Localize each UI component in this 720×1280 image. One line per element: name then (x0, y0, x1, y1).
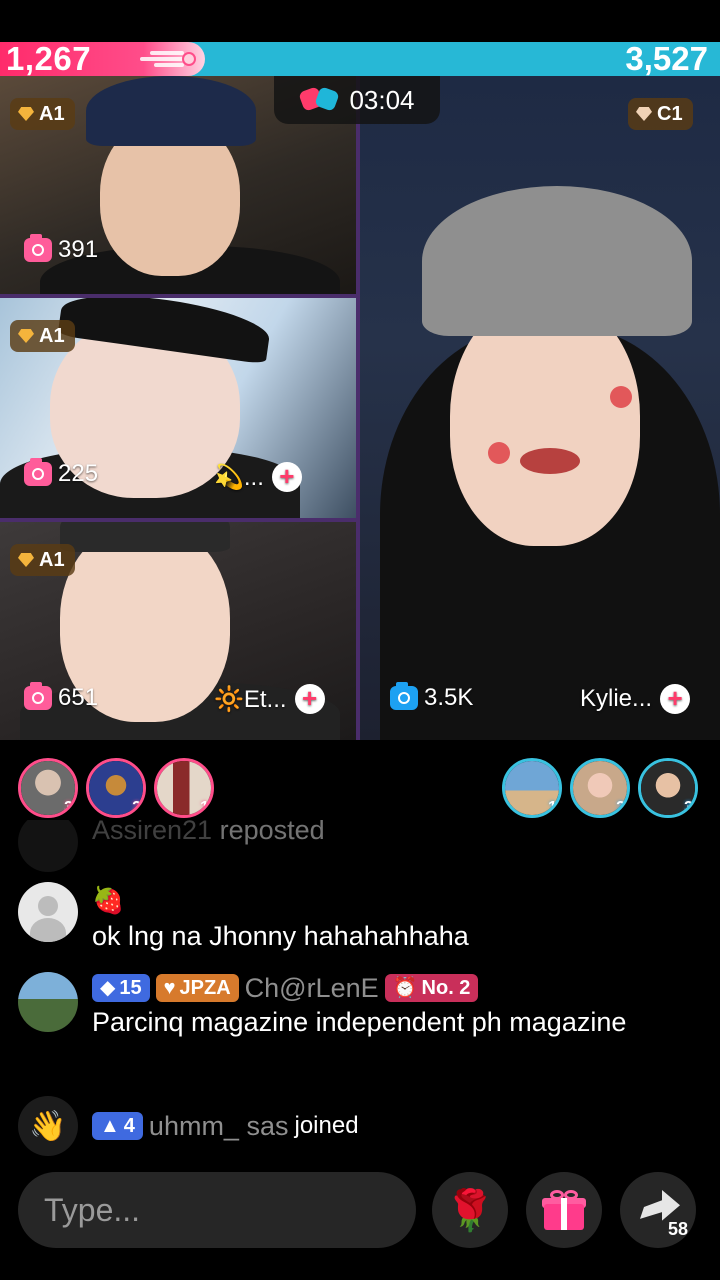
avatar[interactable] (18, 972, 78, 1032)
tile-divider (356, 76, 360, 740)
viewer-count: 3.5K (390, 682, 473, 712)
live-chat-feed[interactable]: Assiren21 reposted 🍓 ok lng na Jhonny ha… (0, 820, 720, 1160)
guest-video-tile-2[interactable]: A1 225 💫... + (0, 298, 356, 518)
chat-message-partial: Assiren21 reposted (18, 820, 325, 872)
tile-divider (0, 294, 356, 298)
left-top-supporters: 3 2 1 (18, 758, 214, 818)
camera-icon (390, 682, 418, 710)
supporter-avatar[interactable]: 3 (638, 758, 698, 818)
gift-icon (542, 1190, 586, 1230)
gift-button[interactable] (526, 1172, 602, 1248)
strawberry-icon: 🍓 (92, 885, 125, 915)
rank-badge: A1 (10, 544, 75, 576)
level-badge: ▲ 4 (92, 1112, 143, 1140)
supporter-avatar[interactable]: 2 (570, 758, 630, 818)
rank-badge: A1 (10, 320, 75, 352)
supporter-avatar[interactable]: 1 (502, 758, 562, 818)
camera-icon (24, 234, 52, 262)
left-team-score: 1,267 (6, 42, 92, 76)
chat-text: ok lng na Jhonny hahahahhaha (92, 921, 469, 951)
chat-text: Parcinq magazine independent ph magazine (92, 1007, 627, 1037)
chat-message[interactable]: 🍓 ok lng na Jhonny hahahahhaha (18, 882, 469, 954)
diamond-icon (18, 329, 34, 343)
follow-plus-icon[interactable]: + (660, 684, 691, 714)
rank-badge: ⏰ No. 2 (384, 974, 479, 1002)
level-badge: ◆ 15 (92, 974, 150, 1002)
share-count: 58 (667, 1219, 688, 1239)
join-notice: 👋 ▲ 4 uhmm_ sas joined (18, 1096, 359, 1156)
wave-hand-icon: 👋 (18, 1096, 78, 1156)
fan-club-badge: ♥ JPZA (155, 974, 239, 1002)
follow-plus-icon[interactable]: + (271, 462, 302, 492)
viewer-count: 651 (24, 682, 98, 712)
streak-icon (140, 50, 196, 68)
rose-gift-button[interactable]: 🌹 (432, 1172, 508, 1248)
repost-icon (18, 820, 78, 872)
battle-timer: 03:04 (274, 76, 440, 124)
right-team-score: 3,527 (625, 42, 708, 76)
supporter-avatar[interactable]: 3 (18, 758, 78, 818)
supporter-avatar[interactable]: 2 (86, 758, 146, 818)
rose-icon: 🌹 (445, 1188, 495, 1233)
share-button[interactable]: 58 (620, 1172, 696, 1248)
gloves-icon (298, 86, 341, 113)
chat-message[interactable]: ◆ 15 ♥ JPZA Ch@rLenE ⏰ No. 2 Parcinq mag… (18, 972, 652, 1040)
guest-name-tag[interactable]: 🔆Et... + (214, 684, 325, 714)
supporter-avatar[interactable]: 1 (154, 758, 214, 818)
comment-input[interactable]: Type... (18, 1172, 416, 1248)
host-name-tag[interactable]: Kylie... + (580, 684, 691, 714)
tile-divider (0, 518, 356, 522)
rank-badge: A1 (10, 98, 75, 130)
join-text: joined (294, 1112, 359, 1139)
camera-icon (24, 682, 52, 710)
opponent-host-video-tile[interactable]: C1 3.5K Kylie... + (360, 76, 720, 740)
guest-video-tile-3[interactable]: A1 651 🔆Et... + (0, 522, 356, 740)
battle-score-bar: 1,267 3,527 (0, 42, 720, 76)
username[interactable]: Ch@rLenE (245, 970, 379, 1006)
diamond-icon (18, 107, 34, 121)
diamond-icon (18, 553, 34, 567)
follow-plus-icon[interactable]: + (294, 684, 325, 714)
right-top-supporters: 1 2 3 (502, 758, 698, 818)
username[interactable]: uhmm_ sas (149, 1108, 289, 1144)
diamond-icon (636, 107, 652, 121)
camera-icon (24, 458, 52, 486)
rank-badge: C1 (628, 98, 693, 130)
guest-name-tag[interactable]: 💫... + (214, 462, 302, 492)
viewer-count: 391 (24, 234, 98, 264)
viewer-count: 225 (24, 458, 98, 488)
avatar[interactable] (18, 882, 78, 942)
